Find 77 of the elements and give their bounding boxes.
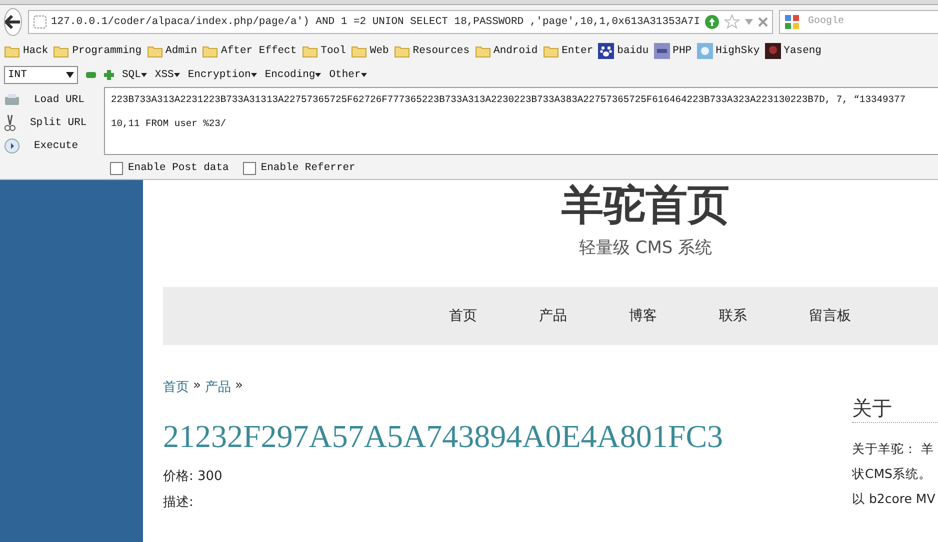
folder-icon (542, 44, 559, 58)
bookmark-link[interactable]: HighSky (696, 43, 760, 59)
play-icon (4, 138, 20, 154)
product-heading: 21232F297A57A5A743894A0E4A801FC3 (163, 418, 724, 455)
action-button[interactable]: Load URL (0, 88, 104, 111)
folder-icon (202, 44, 218, 58)
minus-icon[interactable] (86, 72, 96, 78)
back-arrow-icon (5, 14, 21, 28)
folder-icon (302, 44, 318, 58)
folder-icon (53, 44, 70, 58)
menu-button[interactable]: Other (329, 69, 367, 81)
close-icon[interactable] (758, 16, 768, 26)
site-subtitle: 轻量级 CMS 系统 (578, 237, 714, 259)
sidebar-text: 以 b2core MV (852, 491, 936, 508)
action-button[interactable]: Split URL (0, 111, 104, 134)
printer-icon (4, 92, 20, 106)
nav-link[interactable]: 留言板 (809, 307, 899, 325)
address-field[interactable]: 127.0.0.1/coder/alpaca/index.php/page/a') AND 1 =2 UNION SELECT 18,PASSWORD ,'page',10,1,0x613A31353A7I (28, 10, 774, 34)
caret-icon (174, 73, 180, 77)
bookmark-link[interactable]: Programming (53, 44, 142, 58)
bookmark-link[interactable]: Admin (146, 44, 198, 58)
bookmark-link[interactable]: Web (350, 44, 389, 58)
nav-link[interactable]: 产品 (539, 307, 629, 325)
php-icon (654, 43, 670, 59)
query-textarea[interactable]: 223B733A313A2231223B733A31313A22757365725F62726F777365223B733A313A2230223B733A383A22757365725F616464223B733A323A223130223B7D, 7, “13349377 10,11 FROM user %23/ (104, 87, 938, 155)
folder-icon (4, 44, 20, 58)
type-select[interactable]: INT (4, 66, 78, 84)
bookmark-link[interactable]: baidu (598, 43, 649, 59)
scissors-icon (4, 114, 16, 132)
breadcrumb-link[interactable]: 首页 (163, 378, 189, 396)
action-button[interactable]: Execute (0, 134, 104, 157)
caret-icon (315, 73, 322, 77)
sidebar-text: 状CMS系统。 (852, 466, 932, 483)
bookmark-link[interactable]: Enter (542, 44, 594, 58)
plus-icon[interactable] (104, 70, 114, 80)
caret-icon (140, 73, 147, 77)
sky-icon (696, 43, 713, 59)
bookmark-link[interactable]: After Effect (202, 44, 297, 58)
menu-button[interactable]: Encryption (188, 69, 257, 81)
nav-link[interactable]: 联系 (719, 307, 809, 325)
bookmark-link[interactable]: PHP (654, 43, 692, 59)
bookmark-link[interactable]: Tool (302, 44, 346, 58)
option-checkbox[interactable]: Enable Post data (110, 162, 229, 174)
bookmark-link[interactable]: Hack (4, 44, 48, 58)
page-icon (33, 14, 47, 28)
caret-icon (66, 72, 74, 78)
go-icon[interactable] (704, 14, 720, 30)
breadcrumb-link[interactable]: 产品 (204, 378, 231, 396)
search-field[interactable]: Google (779, 10, 938, 34)
menu-button[interactable]: Encoding (264, 69, 322, 81)
site-title: 羊驼首页 (560, 180, 730, 230)
star-icon[interactable] (724, 14, 740, 30)
folder-icon (394, 44, 410, 58)
folder-icon (350, 44, 367, 58)
paw-icon (598, 43, 614, 59)
nav-link[interactable]: 博客 (629, 307, 719, 325)
avatar-icon (764, 43, 781, 59)
option-checkbox[interactable]: Enable Referrer (242, 162, 356, 174)
sidebar-text: 关于羊驼： 羊 (852, 441, 935, 458)
description-label: 描述: (163, 494, 194, 511)
caret-icon (360, 73, 367, 77)
price-text: 价格: 300 (163, 468, 224, 485)
dropdown-icon[interactable] (744, 18, 754, 26)
sidebar-title: 关于 (852, 395, 938, 423)
nav-link[interactable]: 首页 (449, 307, 539, 325)
search-engine-icon[interactable] (784, 14, 800, 30)
breadcrumb-separator: » (234, 378, 243, 395)
menu-button[interactable]: SQL (122, 69, 147, 81)
folder-icon (474, 44, 491, 58)
breadcrumb-separator: » (193, 378, 201, 395)
bookmark-link[interactable]: Android (474, 44, 538, 58)
menu-button[interactable]: XSS (154, 69, 180, 81)
caret-icon (250, 73, 257, 77)
folder-icon (146, 44, 163, 58)
bookmark-link[interactable]: Yaseng (764, 43, 822, 59)
bookmark-link[interactable]: Resources (394, 44, 470, 58)
back-button[interactable] (4, 8, 22, 36)
